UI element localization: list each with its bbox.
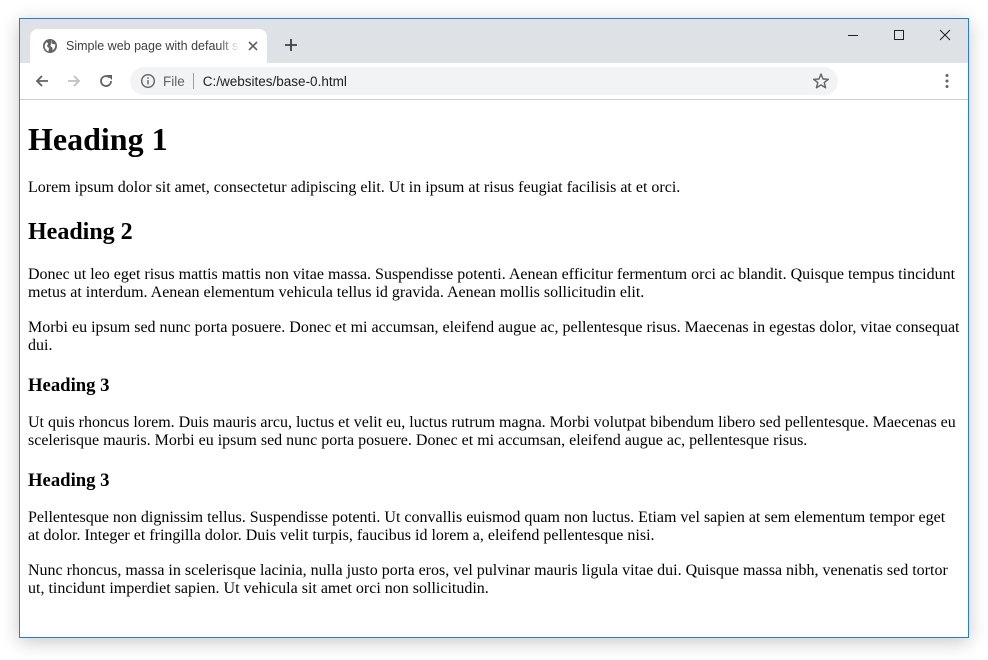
- forward-button[interactable]: [62, 69, 86, 93]
- browser-tab[interactable]: Simple web page with default styles: [30, 29, 267, 63]
- scheme-label: File: [163, 73, 185, 89]
- paragraph-4: Ut quis rhoncus lorem. Duis mauris arcu,…: [28, 413, 956, 450]
- page-content: Heading 1 Lorem ipsum dolor sit amet, co…: [20, 100, 968, 637]
- address-separator: [192, 73, 194, 89]
- browser-window: Simple web page with default styles: [19, 18, 969, 638]
- paragraph-2: Donec ut leo eget risus mattis mattis no…: [28, 265, 956, 302]
- minimize-button[interactable]: [830, 19, 876, 51]
- arrow-right-icon: [68, 75, 81, 87]
- reload-button[interactable]: [94, 69, 118, 93]
- close-icon: [939, 29, 951, 41]
- minimize-icon: [848, 35, 858, 36]
- browser-menu-button[interactable]: [938, 69, 956, 93]
- arrow-left-icon: [35, 75, 48, 87]
- paragraph-6: Nunc rhoncus, massa in scelerisque lacin…: [28, 561, 948, 598]
- paragraph-1: Lorem ipsum dolor sit amet, consectetur …: [28, 179, 681, 196]
- paragraph-3: Morbi eu ipsum sed nunc porta posuere. D…: [28, 318, 960, 355]
- address-bar[interactable]: File C:/websites/base-0.html: [130, 67, 838, 95]
- tab-strip: Simple web page with default styles: [20, 19, 968, 63]
- close-icon[interactable]: [246, 39, 260, 53]
- browser-toolbar: File C:/websites/base-0.html: [20, 63, 968, 100]
- info-icon[interactable]: [140, 73, 156, 89]
- heading-2: Heading 2: [28, 218, 133, 245]
- paragraph-5: Pellentesque non dignissim tellus. Suspe…: [28, 508, 946, 545]
- kebab-menu-icon: [945, 74, 949, 88]
- plus-icon[interactable]: [282, 36, 300, 54]
- back-button[interactable]: [30, 69, 54, 93]
- reload-icon: [100, 75, 112, 87]
- heading-3-first: Heading 3: [28, 374, 110, 396]
- url-text[interactable]: C:/websites/base-0.html: [203, 74, 347, 89]
- maximize-icon: [894, 30, 904, 40]
- window-close-button[interactable]: [922, 19, 968, 51]
- tab-title: Simple web page with default styles: [66, 39, 240, 53]
- heading-1: Heading 1: [28, 121, 168, 157]
- maximize-button[interactable]: [876, 19, 922, 51]
- heading-3-second: Heading 3: [28, 469, 110, 491]
- star-icon[interactable]: [812, 72, 830, 90]
- globe-icon: [43, 39, 57, 53]
